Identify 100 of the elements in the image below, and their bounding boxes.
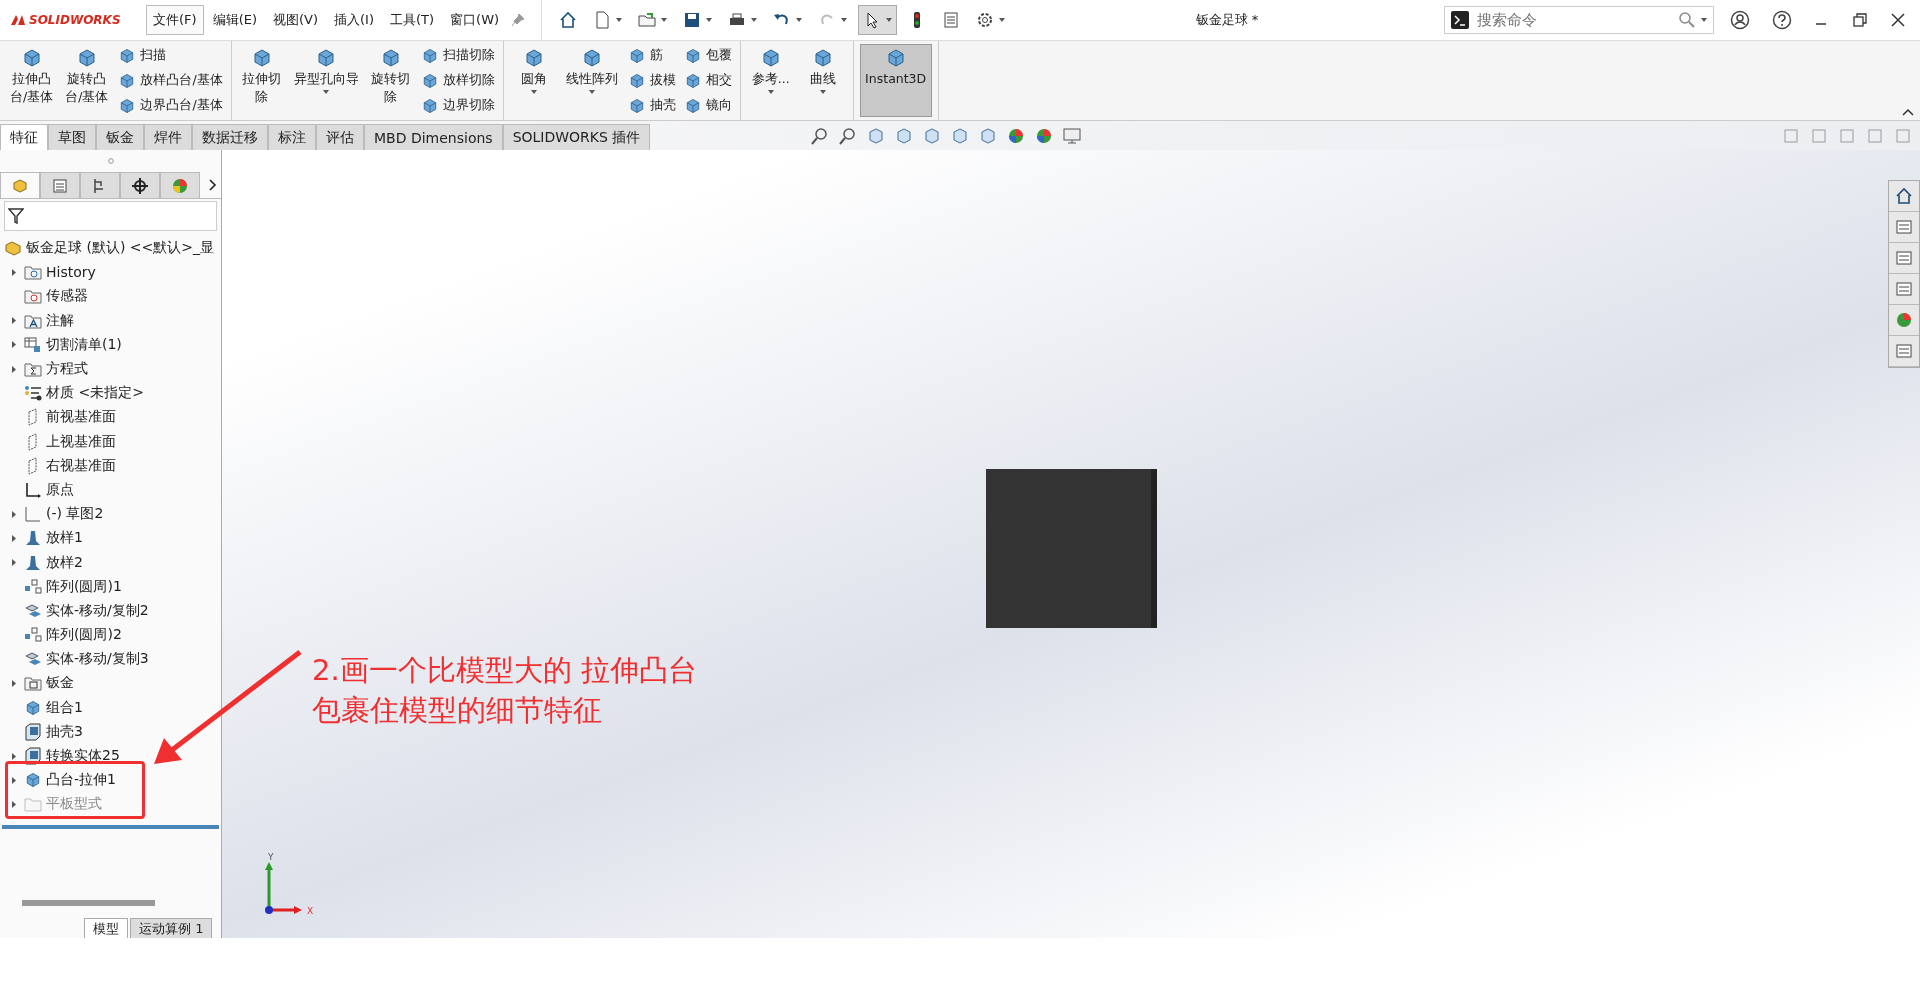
tab[interactable]: 标注 bbox=[268, 124, 316, 150]
expand-icon[interactable] bbox=[11, 267, 17, 277]
scrollbar[interactable] bbox=[22, 900, 155, 906]
tree-item[interactable]: 上视基准面 bbox=[46, 432, 116, 451]
ribbon-button[interactable]: 异型孔向导 bbox=[289, 44, 363, 117]
ribbon-button[interactable]: 扫描 bbox=[116, 45, 225, 66]
caret-icon[interactable] bbox=[818, 89, 827, 95]
tree-item[interactable]: 放样1 bbox=[46, 529, 83, 548]
pin-icon[interactable] bbox=[511, 13, 526, 27]
expand-icon[interactable] bbox=[11, 678, 17, 688]
appearance-icon[interactable] bbox=[1894, 310, 1914, 330]
expand-icon[interactable] bbox=[11, 509, 17, 519]
caret-icon[interactable] bbox=[660, 17, 669, 23]
caret-icon[interactable] bbox=[615, 17, 624, 23]
tab[interactable]: SOLIDWORKS 插件 bbox=[502, 124, 651, 150]
caret-icon[interactable] bbox=[750, 17, 759, 23]
ribbon-button[interactable]: 放样凸台/基体 bbox=[116, 70, 225, 91]
caret-icon[interactable] bbox=[998, 17, 1007, 23]
tree-item[interactable]: 组合1 bbox=[46, 698, 83, 717]
tab[interactable]: 特征 bbox=[0, 124, 48, 150]
help-icon[interactable] bbox=[1772, 10, 1792, 30]
menu-item[interactable]: 工具(T) bbox=[383, 5, 442, 35]
tree-item[interactable]: 实体-移动/复制3 bbox=[46, 650, 149, 669]
ribbon-button[interactable]: 镜向 bbox=[681, 95, 734, 116]
list-icon[interactable] bbox=[1894, 341, 1914, 361]
ribbon-button[interactable]: 边界切除 bbox=[418, 95, 497, 116]
ribbon-button[interactable]: 拔模 bbox=[625, 70, 678, 91]
tree-item[interactable]: 阵列(圆周)2 bbox=[46, 626, 122, 645]
tab[interactable]: 草图 bbox=[48, 124, 96, 150]
tab[interactable]: 运动算例 1 bbox=[130, 918, 213, 938]
ribbon-button[interactable]: 拉伸切 除 bbox=[237, 44, 286, 117]
tab[interactable]: 模型 bbox=[84, 918, 128, 938]
tree-item[interactable]: 方程式 bbox=[46, 360, 88, 379]
caret-icon[interactable] bbox=[885, 17, 894, 23]
ribbon-button[interactable]: Instant3D bbox=[859, 44, 932, 117]
ribbon-button[interactable]: 旋转切 除 bbox=[366, 44, 415, 117]
expand-icon[interactable] bbox=[11, 558, 17, 568]
tab[interactable]: MBD Dimensions bbox=[364, 124, 503, 150]
tab[interactable]: 钣金 bbox=[96, 124, 144, 150]
expand-icon[interactable] bbox=[11, 751, 17, 761]
home-icon[interactable] bbox=[1894, 186, 1914, 206]
filter-field[interactable] bbox=[4, 201, 217, 231]
ribbon-button[interactable]: 包覆 bbox=[681, 45, 734, 66]
tree-item[interactable]: 钣金足球 (默认) <<默认>_显 bbox=[26, 239, 214, 258]
ribbon-button[interactable]: 扫描切除 bbox=[418, 45, 497, 66]
ribbon-button[interactable]: 相交 bbox=[681, 70, 734, 91]
ribbon-button[interactable]: 抽壳 bbox=[625, 95, 678, 116]
ribbon-button[interactable]: 线性阵列 bbox=[561, 44, 622, 117]
tree-item[interactable]: 右视基准面 bbox=[46, 456, 116, 475]
tree-item[interactable]: 凸台-拉伸1 bbox=[46, 771, 116, 790]
panel-tab[interactable] bbox=[120, 172, 160, 198]
expand-icon[interactable] bbox=[11, 340, 17, 350]
collapse-icon[interactable] bbox=[1902, 108, 1914, 116]
ribbon-button[interactable]: 边界凸台/基体 bbox=[116, 95, 225, 116]
tree-item[interactable]: (-) 草图2 bbox=[46, 505, 104, 524]
caret-icon[interactable] bbox=[840, 17, 849, 23]
tree-item[interactable]: 前视基准面 bbox=[46, 408, 116, 427]
ribbon-button[interactable]: 筋 bbox=[625, 45, 678, 66]
tree-item[interactable]: 传感器 bbox=[46, 287, 88, 306]
expand-icon[interactable] bbox=[11, 364, 17, 374]
tree-item[interactable]: 切割清单(1) bbox=[46, 335, 122, 354]
tab[interactable]: 焊件 bbox=[144, 124, 192, 150]
tree-item[interactable]: 材质 <未指定> bbox=[46, 384, 144, 403]
caret-icon[interactable] bbox=[766, 89, 775, 95]
menu-item[interactable]: 编辑(E) bbox=[205, 5, 264, 35]
caret-icon[interactable] bbox=[587, 89, 596, 95]
expand-icon[interactable] bbox=[11, 533, 17, 543]
ribbon-button[interactable]: 放样切除 bbox=[418, 70, 497, 91]
tree-item[interactable]: 抽壳3 bbox=[46, 722, 83, 741]
ribbon-button[interactable]: 拉伸凸 台/基体 bbox=[6, 44, 58, 117]
tree-item[interactable]: 阵列(圆周)1 bbox=[46, 577, 122, 596]
expand-icon[interactable] bbox=[11, 316, 17, 326]
caret-icon[interactable] bbox=[705, 17, 714, 23]
tree-item[interactable]: 放样2 bbox=[46, 553, 83, 572]
search-field[interactable]: 搜索命令 bbox=[1444, 6, 1714, 34]
tree-item[interactable]: 钣金 bbox=[46, 674, 74, 693]
search-icon[interactable] bbox=[1678, 11, 1696, 29]
menu-item[interactable]: 窗口(W) bbox=[443, 5, 507, 35]
caret-icon[interactable] bbox=[322, 89, 331, 95]
menu-item[interactable]: 文件(F) bbox=[146, 5, 204, 35]
caret-icon[interactable] bbox=[1700, 17, 1708, 23]
tab[interactable]: 数据迁移 bbox=[192, 124, 268, 150]
chevron-icon[interactable] bbox=[208, 179, 218, 191]
account-icon[interactable] bbox=[1730, 10, 1750, 30]
caret-icon[interactable] bbox=[529, 89, 538, 95]
ribbon-button[interactable]: 旋转凸 台/基体 bbox=[61, 44, 113, 117]
menu-item[interactable]: 插入(I) bbox=[327, 5, 381, 35]
tree-item[interactable]: 原点 bbox=[46, 480, 74, 499]
menu-item[interactable]: 视图(V) bbox=[266, 5, 326, 35]
tree-item[interactable]: History bbox=[46, 264, 96, 281]
pointer-button[interactable] bbox=[858, 5, 898, 35]
tree-item[interactable]: 注解 bbox=[46, 311, 74, 330]
ribbon-button[interactable]: 圆角 bbox=[509, 44, 558, 117]
ribbon-button[interactable]: 参考... bbox=[746, 44, 795, 117]
caret-icon[interactable] bbox=[795, 17, 804, 23]
grip-icon[interactable] bbox=[107, 158, 114, 164]
tab[interactable]: 评估 bbox=[316, 124, 364, 150]
tree-item[interactable]: 实体-移动/复制2 bbox=[46, 601, 149, 620]
expand-icon[interactable] bbox=[11, 775, 17, 785]
ribbon-button[interactable]: 曲线 bbox=[798, 44, 847, 117]
